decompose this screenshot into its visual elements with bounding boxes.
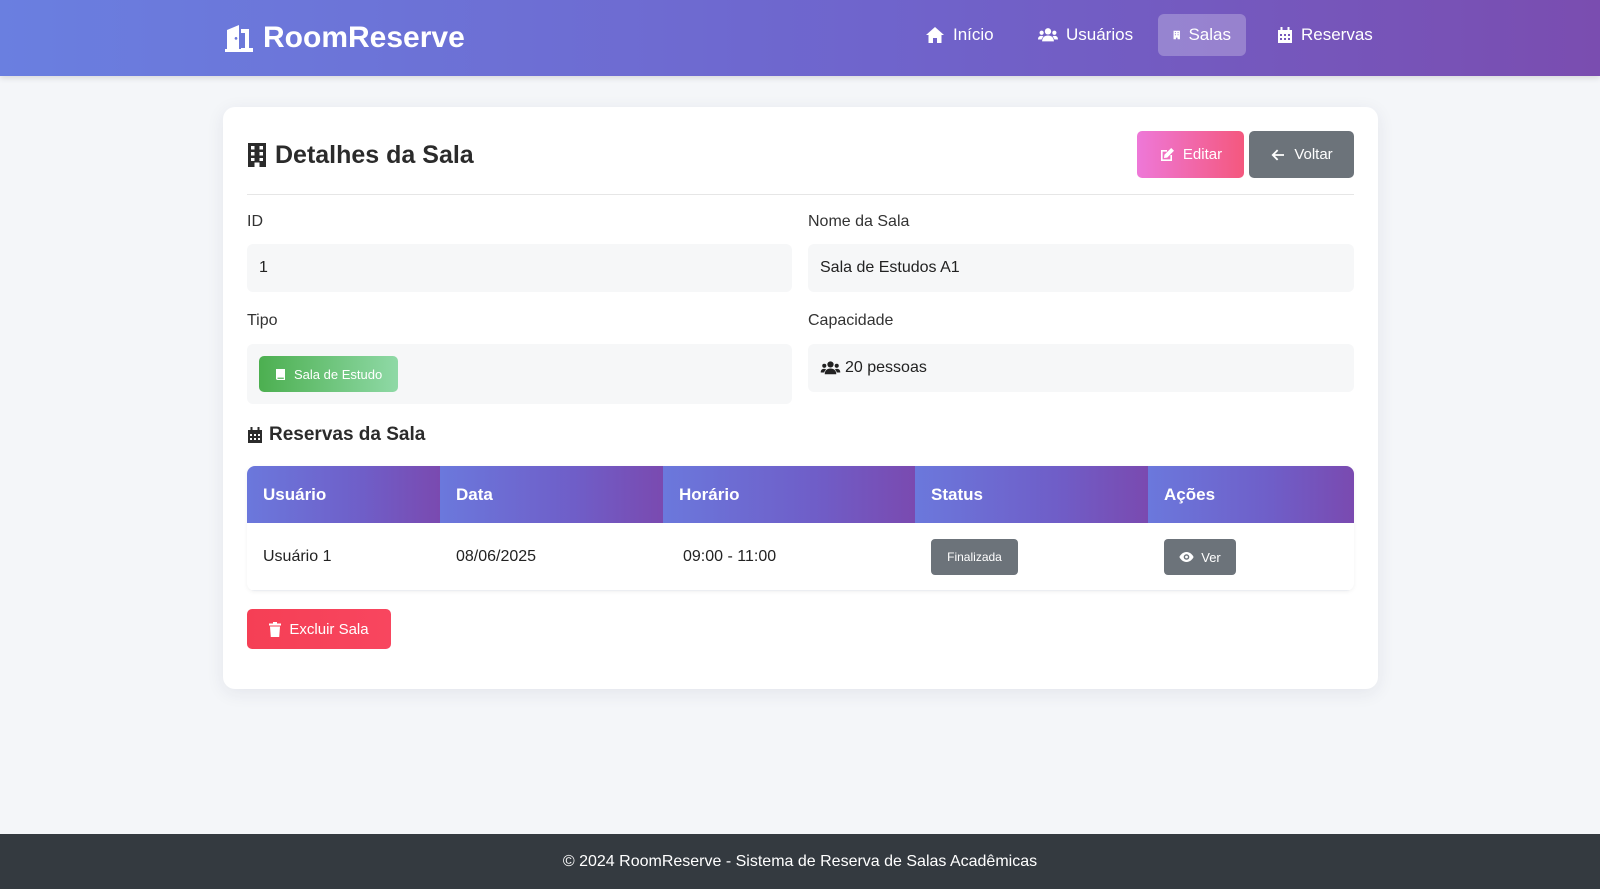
building-icon	[1173, 30, 1180, 40]
page-title-text: Detalhes da Sala	[275, 140, 474, 169]
id-label: ID	[247, 213, 263, 230]
reservations-table: Usuário Data Horário Status Ações Usuári…	[247, 466, 1354, 591]
nav-item-inicio[interactable]: Início	[910, 14, 1009, 56]
capacity-label: Capacidade	[808, 312, 894, 329]
cell-actions: Ver	[1148, 523, 1354, 591]
room-type-label: Sala de Estudo	[294, 366, 383, 382]
room-name-label: Nome da Sala	[808, 213, 910, 230]
book-icon	[276, 368, 285, 380]
reservations-title-text: Reservas da Sala	[269, 424, 426, 445]
calendar-icon	[1278, 27, 1292, 43]
reservations-section-title: Reservas da Sala	[247, 421, 425, 449]
arrow-left-icon	[1271, 149, 1285, 160]
cell-time-value: 09:00 - 11:00	[683, 548, 777, 565]
table-header: Usuário Data Horário Status Ações	[247, 466, 1354, 523]
delete-room-button[interactable]: Excluir Sala	[247, 609, 391, 649]
door-open-icon	[225, 25, 253, 52]
cell-date: 08/06/2025	[456, 548, 537, 565]
capacity-field: 20 pessoas	[808, 344, 1354, 392]
cell-user: Usuário 1	[263, 548, 332, 565]
column-header-date: Data	[440, 466, 663, 523]
column-header-status: Status	[915, 466, 1148, 523]
nav-item-label: Salas	[1188, 25, 1231, 44]
column-header-actions: Ações	[1148, 466, 1354, 523]
users-icon	[1038, 28, 1058, 42]
brand-name: RoomReserve	[263, 21, 465, 54]
users-icon	[820, 361, 841, 375]
nav-item-salas[interactable]: Salas	[1158, 14, 1246, 56]
back-button[interactable]: Voltar	[1249, 131, 1354, 178]
room-name-value: Sala de Estudos A1	[820, 259, 960, 276]
room-name-field: Sala de Estudos A1	[808, 244, 1354, 292]
trash-icon	[269, 621, 282, 637]
nav-item-usuarios[interactable]: Usuários	[1023, 14, 1148, 56]
column-header-user: Usuário	[247, 466, 440, 523]
status-badge: Finalizada	[931, 539, 1018, 575]
column-header-time: Horário	[663, 466, 915, 523]
id-value: 1	[259, 259, 268, 276]
back-button-label: Voltar	[1294, 146, 1333, 163]
navbar: RoomReserve Início Usuários Salas Reserv…	[0, 0, 1600, 76]
room-details-card: Detalhes da Sala Editar Voltar ID 1 Nome…	[223, 107, 1378, 689]
table-row: Usuário 1 08/06/2025 09:00 - 11:00 Final…	[247, 523, 1354, 591]
eye-icon	[1179, 552, 1194, 562]
home-icon	[926, 27, 944, 43]
cell-status: Finalizada	[915, 523, 1148, 591]
edit-icon	[1160, 147, 1174, 161]
footer-text: © 2024 RoomReserve - Sistema de Reserva …	[562, 852, 1038, 870]
capacity-value: 20 pessoas	[845, 359, 927, 376]
brand-logo[interactable]: RoomReserve	[223, 18, 465, 58]
title-divider	[247, 194, 1354, 195]
type-label: Tipo	[247, 312, 278, 329]
calendar-icon	[248, 427, 262, 443]
cell-time: 09:00 - 11:00	[663, 523, 915, 591]
edit-button-label: Editar	[1182, 146, 1223, 163]
room-type-badge: Sala de Estudo	[259, 356, 399, 392]
view-button-label: Ver	[1201, 549, 1221, 565]
view-reservation-button[interactable]: Ver	[1164, 539, 1236, 575]
building-icon	[248, 143, 266, 167]
id-field: 1	[247, 244, 792, 292]
type-field: Sala de Estudo	[247, 344, 792, 404]
delete-button-label: Excluir Sala	[289, 620, 369, 638]
edit-button[interactable]: Editar	[1137, 131, 1244, 178]
footer: © 2024 RoomReserve - Sistema de Reserva …	[0, 834, 1600, 889]
page-title: Detalhes da Sala	[247, 137, 474, 173]
nav-item-label: Reservas	[1301, 25, 1373, 44]
nav-item-label: Usuários	[1066, 25, 1134, 44]
nav-item-label: Início	[953, 25, 994, 44]
nav-item-reservas[interactable]: Reservas	[1262, 14, 1388, 56]
